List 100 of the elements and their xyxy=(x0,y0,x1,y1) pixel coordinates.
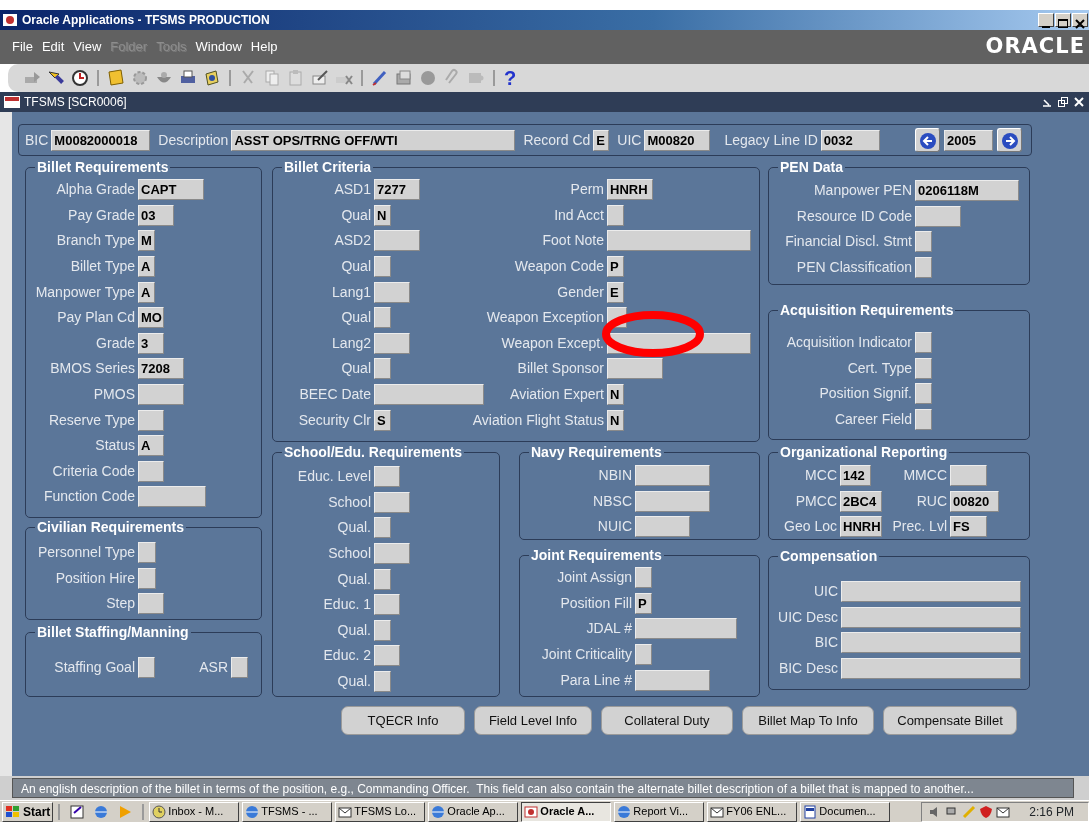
text-field[interactable] xyxy=(841,606,1021,628)
text-field[interactable] xyxy=(635,490,710,512)
text-field[interactable]: 03 xyxy=(138,204,174,226)
text-field[interactable] xyxy=(915,383,932,405)
text-field[interactable] xyxy=(607,204,624,226)
taskbar-button[interactable]: Documen... xyxy=(800,801,891,822)
text-field[interactable] xyxy=(374,230,420,252)
text-field[interactable]: P xyxy=(607,256,624,278)
text-field[interactable] xyxy=(635,567,652,589)
taskbar-button[interactable]: TFSMS Lo... xyxy=(335,801,426,822)
text-field[interactable] xyxy=(374,466,400,488)
text-field[interactable] xyxy=(138,593,164,615)
text-field[interactable]: 142 xyxy=(840,465,871,487)
menu-item[interactable]: Window xyxy=(195,37,242,57)
edit-icon[interactable] xyxy=(310,68,330,88)
text-field[interactable] xyxy=(915,205,961,227)
start-button[interactable]: Start xyxy=(2,801,54,822)
maximize-button[interactable] xyxy=(1055,13,1071,27)
text-field[interactable]: N xyxy=(374,204,391,226)
text-field[interactable]: S xyxy=(374,409,391,431)
text-field[interactable] xyxy=(374,332,410,354)
text-field[interactable] xyxy=(374,543,410,565)
close-icon[interactable] xyxy=(1073,96,1085,108)
text-field[interactable]: 2BC4 xyxy=(840,490,882,512)
stack-icon[interactable] xyxy=(394,68,414,88)
text-field[interactable] xyxy=(607,358,663,380)
text-field[interactable] xyxy=(374,671,391,693)
text-field[interactable] xyxy=(950,465,987,487)
text-field[interactable]: E xyxy=(607,281,624,303)
text-field[interactable] xyxy=(915,257,932,279)
text-field[interactable] xyxy=(374,594,400,616)
text-field[interactable]: P xyxy=(635,592,652,614)
text-field[interactable] xyxy=(915,332,932,354)
text-field[interactable]: 7277 xyxy=(374,179,420,201)
menu-item[interactable]: Edit xyxy=(41,37,65,57)
menu-item[interactable]: View xyxy=(73,37,102,57)
text-field[interactable] xyxy=(374,384,484,406)
text-field[interactable]: 00820 xyxy=(950,490,999,512)
taskbar-button[interactable]: FY06 ENL... xyxy=(707,801,798,822)
text-field[interactable] xyxy=(138,486,206,508)
action-button[interactable]: Compensate Billet xyxy=(883,706,1017,735)
gear-icon[interactable] xyxy=(130,68,150,88)
text-field[interactable]: M00820 xyxy=(644,129,711,151)
text-field[interactable]: HNRH xyxy=(840,516,882,538)
envelope-icon[interactable] xyxy=(996,804,1011,819)
next-button[interactable] xyxy=(997,128,1022,152)
text-field[interactable]: E xyxy=(593,129,610,151)
action-button[interactable]: Billet Map To Info xyxy=(742,706,874,735)
text-field[interactable] xyxy=(915,231,932,253)
year-field[interactable]: 2005 xyxy=(944,129,993,151)
text-field[interactable] xyxy=(374,619,391,641)
shield-icon[interactable] xyxy=(979,804,994,819)
text-field[interactable]: ASST OPS/TRNG OFF/WTI xyxy=(231,129,516,151)
menu-item[interactable]: Help xyxy=(250,37,278,57)
text-field[interactable] xyxy=(374,568,391,590)
text-field[interactable] xyxy=(841,632,1021,654)
action-button[interactable]: Field Level Info xyxy=(474,706,592,735)
text-field[interactable] xyxy=(138,542,156,564)
text-field[interactable] xyxy=(915,357,932,379)
text-field[interactable] xyxy=(635,644,652,666)
text-field[interactable]: A xyxy=(138,256,155,278)
text-field[interactable]: FS xyxy=(950,516,987,538)
text-field[interactable] xyxy=(915,409,932,431)
text-field[interactable] xyxy=(635,516,690,538)
text-field[interactable] xyxy=(374,517,391,539)
text-field[interactable] xyxy=(635,618,737,640)
help-button[interactable]: ? xyxy=(504,68,517,88)
clock-icon[interactable] xyxy=(70,68,90,88)
globe-icon[interactable] xyxy=(93,803,110,820)
action-button[interactable]: TQECR Info xyxy=(341,706,465,735)
taskbar-button[interactable]: Oracle Ap... xyxy=(428,801,519,822)
text-field[interactable]: 0032 xyxy=(820,129,880,151)
sphere-icon[interactable] xyxy=(418,68,438,88)
text-field[interactable] xyxy=(374,281,410,303)
text-field[interactable]: CAPT xyxy=(138,179,204,201)
text-field[interactable] xyxy=(374,256,391,278)
text-field[interactable] xyxy=(138,409,164,431)
text-field[interactable] xyxy=(231,657,248,679)
text-field[interactable]: M xyxy=(138,230,155,252)
text-field[interactable]: 7208 xyxy=(138,358,184,380)
notepad-icon[interactable] xyxy=(69,803,86,820)
taskbar-button[interactable]: TFSMS - ... xyxy=(242,801,333,822)
text-field[interactable] xyxy=(607,230,751,252)
text-field[interactable] xyxy=(374,358,391,380)
text-field[interactable] xyxy=(138,460,164,482)
text-field[interactable] xyxy=(374,307,391,329)
text-field[interactable] xyxy=(138,384,184,406)
text-field[interactable]: A xyxy=(138,281,155,303)
text-field[interactable]: MO xyxy=(138,307,164,329)
text-field[interactable]: N xyxy=(607,384,624,406)
save-icon[interactable] xyxy=(106,68,126,88)
minimize-button[interactable] xyxy=(1038,13,1054,27)
previous-button[interactable] xyxy=(915,128,940,152)
close-button[interactable] xyxy=(1072,13,1088,27)
text-field[interactable]: N xyxy=(607,409,624,431)
text-field[interactable] xyxy=(635,465,710,487)
text-field[interactable] xyxy=(374,491,410,513)
text-field[interactable] xyxy=(138,657,155,679)
minimize-icon[interactable] xyxy=(1041,96,1053,108)
action-button[interactable]: Collateral Duty xyxy=(601,706,733,735)
